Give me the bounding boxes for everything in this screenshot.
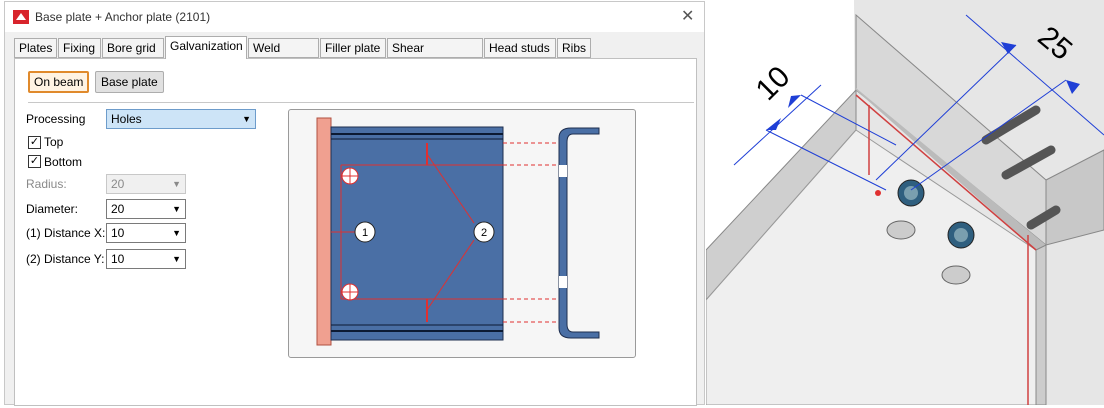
section-hole	[559, 276, 567, 288]
reference-point	[875, 190, 881, 196]
chevron-down-icon: ▼	[172, 179, 181, 189]
distance-y-value: 10	[111, 252, 125, 266]
marker-1-label: 1	[362, 227, 368, 239]
top-checkbox[interactable]: ✓	[28, 136, 41, 149]
window-title: Base plate + Anchor plate (2101)	[35, 10, 211, 24]
diameter-select[interactable]: 20 ▼	[106, 199, 186, 219]
app-icon	[13, 10, 29, 24]
chevron-down-icon: ▼	[172, 254, 181, 264]
tab-galvanization[interactable]: Galvanization	[165, 36, 247, 59]
tab-head-studs[interactable]: Head studs	[484, 38, 556, 58]
chevron-down-icon: ▼	[242, 114, 251, 124]
tab-weld-seams[interactable]: Weld seams	[248, 38, 319, 73]
tab-ribs[interactable]: Ribs	[557, 38, 591, 58]
on-beam-button[interactable]: On beam	[28, 71, 90, 93]
bore-hole	[941, 265, 971, 285]
radius-select: 20 ▼	[106, 174, 186, 194]
processing-value: Holes	[111, 112, 142, 126]
diameter-value: 20	[111, 202, 125, 216]
dialog-window: Base plate + Anchor plate (2101) ✕ Plate…	[4, 1, 705, 406]
distance-x-label: (1) Distance X:	[26, 226, 106, 240]
plate-side	[1035, 244, 1047, 406]
top-label: Top	[44, 135, 64, 149]
anchor-nut-core	[904, 186, 918, 200]
tab-bore-grid[interactable]: Bore grid	[102, 38, 164, 58]
processing-select[interactable]: Holes ▼	[106, 109, 256, 129]
tab-shear-connector[interactable]: Shear connector	[387, 38, 483, 73]
end-plate	[316, 117, 332, 346]
distance-x-select[interactable]: 10 ▼	[106, 223, 186, 243]
marker-2-label: 2	[481, 227, 487, 239]
channel-section	[558, 127, 600, 339]
tab-plates[interactable]: Plates	[14, 38, 57, 58]
anchor-nut-core	[954, 228, 968, 242]
distance-y-label: (2) Distance Y:	[26, 252, 105, 266]
title-bar: Base plate + Anchor plate (2101) ✕	[5, 2, 704, 32]
distance-y-select[interactable]: 10 ▼	[106, 249, 186, 269]
radius-label: Radius:	[26, 177, 67, 191]
tab-panel: On beam Base plate Processing Holes ▼ ✓ …	[14, 58, 697, 406]
processing-label: Processing	[26, 112, 86, 126]
radius-value: 20	[111, 177, 125, 191]
dimension-label-left: 10	[750, 60, 797, 107]
tab-filler-plate[interactable]: Filler plate	[320, 38, 386, 58]
distance-x-value: 10	[111, 226, 125, 240]
chevron-down-icon: ▼	[172, 204, 181, 214]
separator	[28, 102, 694, 103]
3d-view-drawing: 10 25	[705, 0, 1104, 406]
3d-view: 10 25	[705, 0, 1104, 406]
chevron-down-icon: ▼	[172, 228, 181, 238]
section-hole	[559, 165, 567, 177]
bore-hole	[886, 220, 916, 240]
bottom-label: Bottom	[44, 155, 83, 169]
close-icon[interactable]: ✕	[681, 6, 694, 26]
diagram-drawing: 1 2	[316, 117, 600, 346]
bottom-checkbox[interactable]: ✓	[28, 155, 41, 168]
tab-fixing[interactable]: Fixing	[58, 38, 101, 58]
galvanization-diagram: 1 2	[288, 109, 636, 358]
base-plate-button[interactable]: Base plate	[95, 71, 164, 93]
dimension-arrow	[788, 95, 801, 108]
diameter-label: Diameter:	[26, 202, 79, 216]
